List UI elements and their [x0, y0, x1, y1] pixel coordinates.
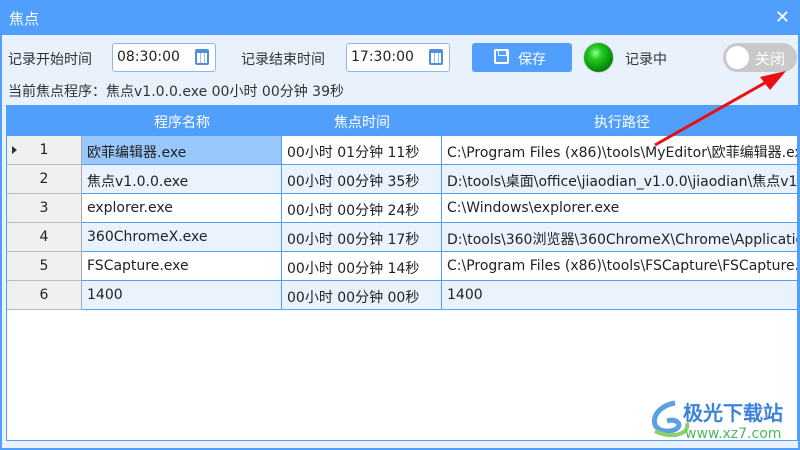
watermark-url: www.xz7.com — [685, 426, 781, 440]
watermark-name: 极光下载站 — [683, 401, 783, 425]
watermark-logo: 极光下载站 www.xz7.com — [645, 395, 795, 444]
annotation-arrow — [654, 71, 786, 147]
